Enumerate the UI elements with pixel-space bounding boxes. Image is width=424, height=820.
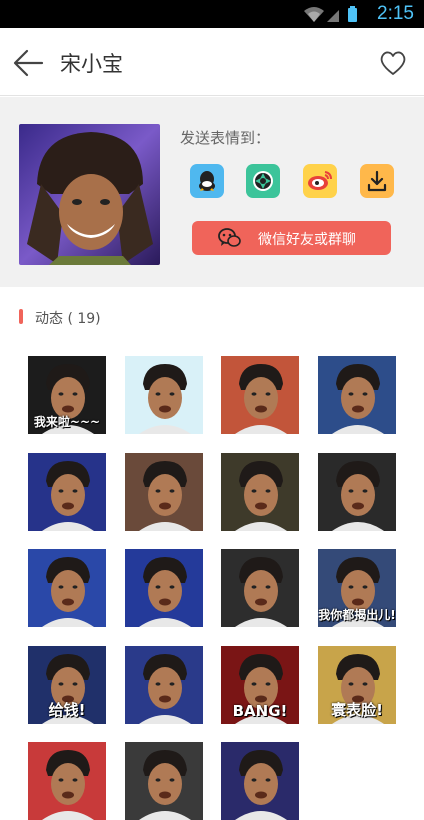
send-to-label: 发送表情到：	[180, 129, 271, 147]
section-marker	[19, 309, 23, 324]
share-weibo-button[interactable]	[303, 164, 337, 198]
clock: 2:15	[377, 3, 414, 24]
sticker-caption: 我你都揭出儿!	[318, 608, 396, 622]
download-icon	[367, 170, 387, 192]
sticker-thumbnail[interactable]	[125, 453, 203, 531]
sticker-thumbnail[interactable]: BANG!	[221, 646, 299, 724]
weibo-icon	[308, 171, 332, 190]
sticker-thumbnail[interactable]	[125, 549, 203, 627]
download-button[interactable]	[360, 164, 394, 198]
sticker-image	[332, 461, 384, 531]
page-title: 宋小宝	[60, 52, 123, 76]
sticker-thumbnail[interactable]: 给钱!	[28, 646, 106, 724]
sticker-caption: 寰表脸!	[331, 701, 383, 719]
sticker-thumbnail[interactable]	[318, 453, 396, 531]
share-moments-button[interactable]	[246, 164, 280, 198]
status-bar: 2:15	[0, 0, 424, 28]
battery-icon	[348, 6, 357, 22]
status-icons	[304, 6, 357, 22]
app-bar: 宋小宝	[0, 28, 424, 96]
back-arrow-icon[interactable]	[12, 46, 46, 80]
sticker-image	[42, 557, 94, 627]
sticker-thumbnail[interactable]: 我你都揭出儿!	[318, 549, 396, 627]
wifi-icon	[304, 7, 324, 22]
send-panel: 发送表情到： 微信好友或群聊	[0, 97, 424, 287]
sticker-image	[332, 364, 384, 434]
sticker-thumbnail[interactable]	[221, 453, 299, 531]
sticker-pack-cover	[19, 124, 160, 265]
sticker-image	[139, 364, 191, 434]
sticker-thumbnail[interactable]: 我来啦~~~	[28, 356, 106, 434]
favorite-heart-icon[interactable]	[378, 48, 408, 78]
sticker-image	[235, 557, 287, 627]
activity-count-label: 动态 ( 19)	[35, 311, 101, 327]
sticker-image	[139, 654, 191, 724]
sticker-image	[235, 461, 287, 531]
sticker-image	[139, 461, 191, 531]
share-qq-button[interactable]	[190, 164, 224, 198]
moments-icon	[253, 171, 273, 191]
qq-icon	[199, 171, 215, 191]
sticker-caption: 我来啦~~~	[33, 415, 101, 429]
sticker-image	[235, 364, 287, 434]
wechat-button-label: 微信好友或群聊	[258, 232, 356, 248]
cover-image	[19, 124, 160, 265]
sticker-caption: 给钱!	[48, 701, 86, 719]
sticker-thumbnail[interactable]	[28, 549, 106, 627]
sticker-thumbnail[interactable]	[125, 646, 203, 724]
sticker-image	[139, 557, 191, 627]
sticker-thumbnail[interactable]	[125, 356, 203, 434]
sticker-thumbnail[interactable]	[318, 356, 396, 434]
sticker-thumbnail[interactable]	[221, 356, 299, 434]
sticker-image	[42, 461, 94, 531]
sticker-thumbnail[interactable]: 寰表脸!	[318, 646, 396, 724]
signal-icon	[327, 10, 339, 22]
sticker-caption: BANG!	[232, 702, 288, 720]
activity-section-header: 动态 ( 19)	[0, 300, 424, 336]
sticker-thumbnail[interactable]	[221, 549, 299, 627]
wechat-icon	[218, 228, 241, 247]
sticker-thumbnail[interactable]	[28, 453, 106, 531]
send-wechat-button[interactable]: 微信好友或群聊	[192, 221, 391, 255]
